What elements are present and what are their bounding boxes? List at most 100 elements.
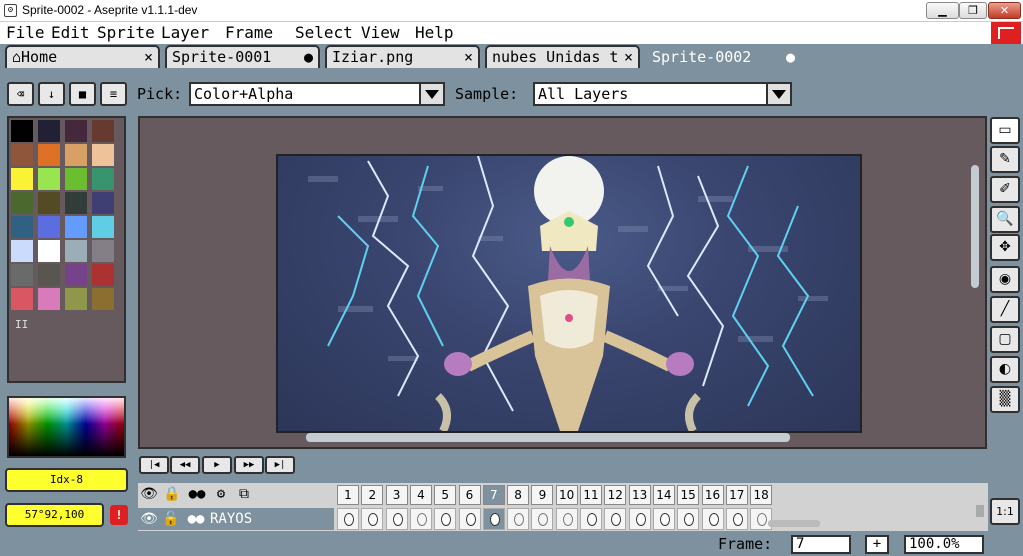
zoom-input[interactable]: 100.0% bbox=[904, 535, 984, 554]
fill-tool-icon[interactable]: ◉ bbox=[990, 266, 1020, 293]
timeline-cel[interactable] bbox=[507, 508, 530, 530]
onion-skin-icon[interactable]: ⧉ bbox=[233, 483, 255, 505]
frame-header[interactable]: 15 bbox=[677, 485, 700, 505]
pencil-tool-icon[interactable]: ✎ bbox=[990, 146, 1020, 173]
palette-swatch[interactable] bbox=[65, 288, 87, 310]
palette-swatch[interactable] bbox=[11, 120, 33, 142]
menu-edit[interactable]: Edit bbox=[51, 23, 90, 43]
maximize-button[interactable]: ❐ bbox=[959, 2, 987, 19]
timeline-cel[interactable] bbox=[434, 508, 457, 530]
tab-sprite-0002[interactable]: Sprite-0002 ● bbox=[645, 45, 802, 69]
timeline-hscrollbar[interactable] bbox=[768, 520, 820, 527]
timeline-cel[interactable] bbox=[337, 508, 359, 530]
frame-header[interactable]: 10 bbox=[555, 485, 578, 505]
marquee-tool-icon[interactable]: ▭ bbox=[990, 117, 1020, 144]
frame-header[interactable]: 11 bbox=[580, 485, 602, 505]
last-frame-button[interactable]: ▶| bbox=[265, 456, 295, 474]
timeline-cel[interactable] bbox=[652, 508, 675, 530]
palette-swatch[interactable] bbox=[65, 264, 87, 286]
tab-close-icon[interactable]: × bbox=[464, 47, 473, 67]
palette-swatch[interactable] bbox=[38, 288, 60, 310]
timeline-cel[interactable] bbox=[677, 508, 700, 530]
frame-header[interactable]: 2 bbox=[361, 485, 384, 505]
line-tool-icon[interactable]: ╱ bbox=[990, 296, 1020, 323]
timeline-cel[interactable] bbox=[482, 508, 505, 530]
timeline-cel[interactable] bbox=[628, 508, 651, 530]
timeline-cel[interactable] bbox=[701, 508, 724, 530]
timeline-cel[interactable] bbox=[725, 508, 748, 530]
palette-swatch[interactable] bbox=[38, 168, 60, 190]
tab-home[interactable]: ⌂Home × bbox=[5, 45, 160, 69]
palette-swatch[interactable] bbox=[38, 216, 60, 238]
palette-swatch[interactable] bbox=[11, 168, 33, 190]
palette-swatch[interactable] bbox=[65, 144, 87, 166]
palette-swatch[interactable] bbox=[65, 192, 87, 214]
palette-swatch[interactable] bbox=[11, 264, 33, 286]
palette-swatch[interactable] bbox=[92, 168, 114, 190]
tab-modified-icon[interactable]: ● bbox=[304, 47, 313, 67]
frame-header[interactable]: 3 bbox=[385, 485, 408, 505]
palette-swatch[interactable] bbox=[65, 216, 87, 238]
tab-modified-icon[interactable]: ● bbox=[786, 47, 795, 67]
timeline-scrollbar[interactable] bbox=[976, 505, 984, 517]
horizontal-scrollbar[interactable] bbox=[306, 433, 790, 442]
eraser-mode-icon[interactable]: ⌫ bbox=[7, 82, 34, 106]
frame-header[interactable]: 5 bbox=[434, 485, 457, 505]
palette-swatch[interactable] bbox=[65, 168, 87, 190]
eyedropper-tool-icon[interactable]: ✐ bbox=[990, 176, 1020, 203]
frame-header[interactable]: 1 bbox=[337, 485, 359, 505]
timeline-cel[interactable] bbox=[361, 508, 384, 530]
frame-input[interactable]: 7 bbox=[791, 535, 851, 554]
palette-swatch[interactable] bbox=[38, 240, 60, 262]
sample-dropdown[interactable]: All Layers bbox=[533, 82, 792, 106]
palette-swatch[interactable] bbox=[38, 120, 60, 142]
layer-row-rayos[interactable]: 👁 🔓 ●● RAYOS bbox=[138, 508, 334, 530]
minimize-button[interactable]: ▁ bbox=[926, 2, 959, 19]
palette-swatch[interactable] bbox=[11, 216, 33, 238]
continuous-icon[interactable]: ●● bbox=[182, 508, 210, 530]
notifications-flag-icon[interactable] bbox=[991, 22, 1021, 44]
palette-swatch[interactable] bbox=[11, 288, 33, 310]
frame-header[interactable]: 17 bbox=[725, 485, 748, 505]
frame-header[interactable]: 13 bbox=[628, 485, 651, 505]
palette-swatch[interactable] bbox=[11, 240, 33, 262]
menu-file[interactable]: File bbox=[6, 23, 45, 43]
tab-sprite-0001[interactable]: Sprite-0001 ● bbox=[165, 45, 320, 69]
blur-tool-icon[interactable]: ▒ bbox=[990, 386, 1020, 413]
timeline-cel[interactable] bbox=[409, 508, 432, 530]
eye-icon[interactable]: 👁 bbox=[138, 508, 160, 530]
timeline-cel[interactable] bbox=[604, 508, 627, 530]
frame-header[interactable]: 6 bbox=[458, 485, 481, 505]
palette-swatch[interactable] bbox=[92, 264, 114, 286]
first-frame-button[interactable]: |◀ bbox=[139, 456, 169, 474]
warning-icon[interactable]: ! bbox=[110, 505, 128, 525]
contour-tool-icon[interactable]: ◐ bbox=[990, 356, 1020, 383]
foreground-color-label[interactable]: Idx-8 bbox=[5, 468, 128, 492]
palette-swatch[interactable] bbox=[92, 240, 114, 262]
sprite-canvas[interactable] bbox=[276, 154, 862, 433]
next-frame-button[interactable]: ▶▶ bbox=[234, 456, 264, 474]
frame-header[interactable]: 7 bbox=[482, 485, 505, 505]
menu-sprite[interactable]: Sprite bbox=[97, 23, 155, 43]
tab-close-icon[interactable]: × bbox=[624, 47, 633, 67]
palette-options-icon[interactable]: ■ bbox=[69, 82, 96, 106]
lock-icon[interactable]: 🔒 bbox=[161, 483, 183, 505]
timeline-cel[interactable] bbox=[458, 508, 481, 530]
timeline-cel[interactable] bbox=[385, 508, 408, 530]
arrow-down-icon[interactable]: ↓ bbox=[38, 82, 65, 106]
tab-nubes-unidas[interactable]: nubes Unidas t × bbox=[485, 45, 640, 69]
play-button[interactable]: ▶ bbox=[202, 456, 232, 474]
palette-swatch[interactable] bbox=[38, 264, 60, 286]
menu-help[interactable]: Help bbox=[415, 23, 454, 43]
pick-dropdown[interactable]: Color+Alpha bbox=[189, 82, 445, 106]
menu-select[interactable]: Select bbox=[295, 23, 353, 43]
menu-frame[interactable]: Frame bbox=[225, 23, 273, 43]
palette-swatch[interactable] bbox=[65, 240, 87, 262]
menu-layer[interactable]: Layer bbox=[161, 23, 209, 43]
palette-swatch[interactable] bbox=[92, 144, 114, 166]
timeline-cel[interactable] bbox=[555, 508, 578, 530]
frame-header[interactable]: 14 bbox=[652, 485, 675, 505]
gear-icon[interactable]: ⚙ bbox=[210, 483, 232, 505]
palette-swatch[interactable] bbox=[92, 288, 114, 310]
frame-header[interactable]: 18 bbox=[750, 485, 773, 505]
